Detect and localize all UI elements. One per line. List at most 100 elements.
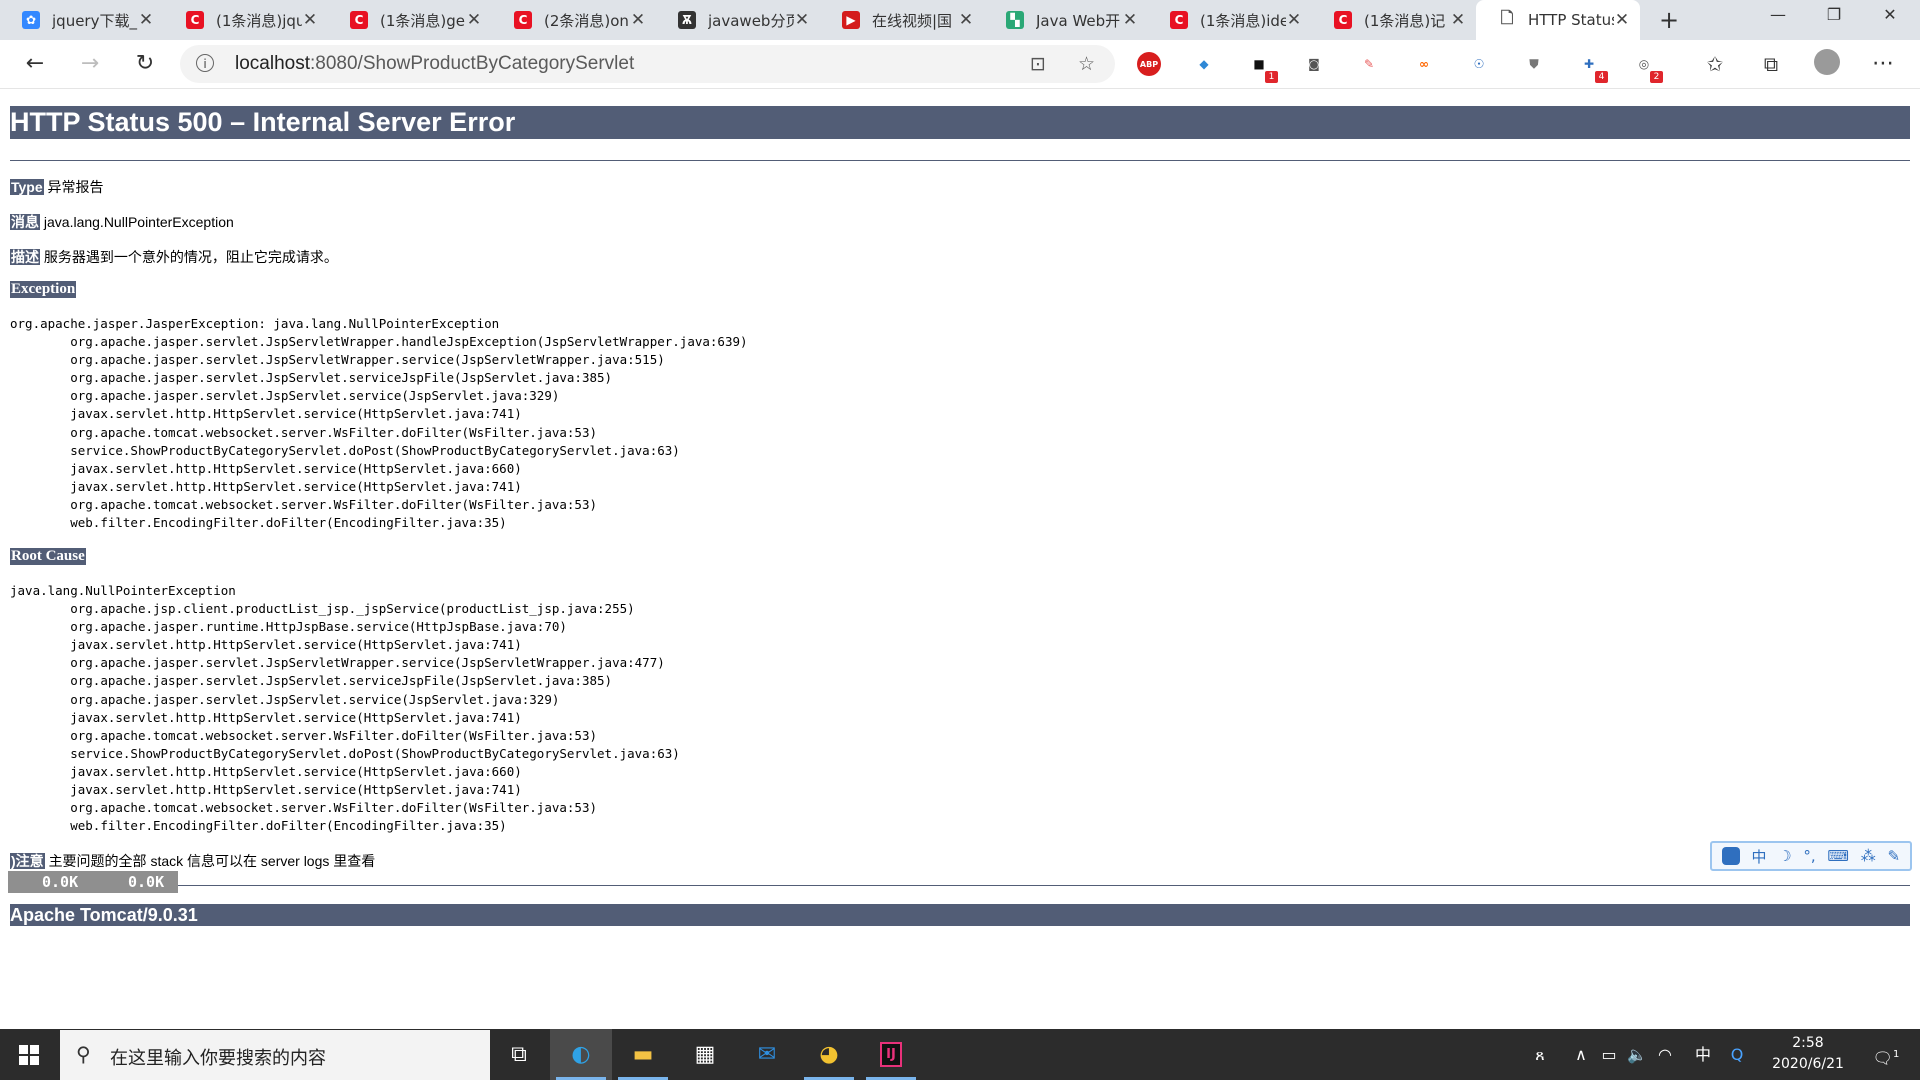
address-bar[interactable]: i localhost:8080/ShowProductByCategorySe… [180,45,1115,83]
browser-tab[interactable]: 🗋 HTTP Status ✕ [1476,0,1640,40]
search-placeholder: 在这里输入你要搜索的内容 [110,1048,326,1069]
tab-close-icon[interactable]: ✕ [630,10,646,30]
infinity-icon[interactable]: ∞ [1412,52,1436,76]
url-text[interactable]: localhost:8080/ShowProductByCategoryServ… [235,53,634,75]
csdn-favicon-icon: C [350,11,368,29]
shield-icon[interactable]: ⛊ [1522,52,1546,76]
battery-icon[interactable]: ▭ [1596,1029,1622,1080]
ime-punctuation-icon[interactable]: °, [1803,847,1815,865]
owl-icon[interactable]: ☉ [1467,52,1491,76]
root-cause-trace: java.lang.NullPointerException org.apach… [10,583,680,834]
tab-close-icon[interactable]: ✕ [1286,10,1302,30]
ime-toolbar[interactable]: 中 ☽ °, ⌨ ⁂ ✎ [1710,841,1912,871]
infinity-glyph: ∞ [1419,57,1429,71]
tab-close-icon[interactable]: ✕ [466,10,482,30]
browser-tab[interactable]: C (1条消息)记 ✕ [1312,0,1476,40]
back-arrow-icon[interactable]: ← [20,49,50,79]
ime-moon-icon[interactable]: ☽ [1778,847,1791,865]
pen-icon[interactable]: ✎ [1357,52,1381,76]
ime-keyboard-icon[interactable]: ⌨ [1827,847,1849,865]
shield-heart-icon[interactable]: ◆ [1192,52,1216,76]
start-button[interactable] [0,1029,58,1080]
sogou-logo-icon[interactable] [1721,847,1740,865]
input-language-indicator[interactable]: 中 [1690,1029,1716,1080]
tab-close-icon[interactable]: ✕ [1122,10,1138,30]
net-speed-widget: 0.0K 0.0K [8,871,178,893]
url-host: localhost [235,53,310,74]
minimize-button[interactable]: — [1754,0,1802,32]
ime-wrench-icon[interactable]: ✎ [1887,847,1900,865]
forward-arrow-icon[interactable]: → [75,49,105,79]
show-hidden-icons[interactable]: ∧ [1568,1029,1594,1080]
volume-icon[interactable]: 🔈 [1624,1029,1650,1080]
divider [10,160,1910,161]
description-value: 服务器遇到一个意外的情况，阻止它完成请求。 [43,249,338,265]
tab-close-icon[interactable]: ✕ [302,10,318,30]
profile-avatar[interactable] [1812,49,1842,79]
notification-center-icon[interactable]: 🗨1 [1866,1029,1906,1080]
favorite-star-icon[interactable]: ☆ [1078,53,1095,75]
taskbar-search[interactable]: ⚲ 在这里输入你要搜索的内容 [60,1030,490,1080]
browser-tab[interactable]: C (1条消息)jqu ✕ [164,0,328,40]
message-value: java.lang.NullPointerException [43,214,234,230]
video-favicon-icon: ▶ [842,11,860,29]
tab-close-icon[interactable]: ✕ [794,10,810,30]
chat-glyph: ◕ [819,1042,839,1067]
new-tab-button[interactable]: + [1655,6,1683,34]
book-favicon-icon: ▚ [1006,11,1024,29]
puzzle-glyph: ✚ [1583,57,1595,71]
network-icon[interactable]: ◠ [1652,1029,1678,1080]
favorites-icon[interactable]: ✩ [1700,49,1730,79]
browser-tab[interactable]: C (2条消息)on ✕ [492,0,656,40]
url-path: :8080/ShowProductByCategoryServlet [310,53,635,74]
type-label: Type [10,179,44,195]
tab-strip: + — ❐ ✕ ✿ jquery下载_ ✕ C (1条消息)jqu ✕ C (1条消息)ge ✕… [0,0,1920,40]
clock[interactable]: 2:58 2020/6/21 [1760,1033,1856,1075]
globe-glyph: ◎ [1638,57,1650,71]
tab-close-icon[interactable]: ✕ [1614,10,1630,30]
browser-tab[interactable]: Ѫjavaweb分页 ✕ [656,0,820,40]
site-info-icon[interactable]: i [196,54,214,72]
note-label: )注意 [10,853,45,869]
file-explorer-icon[interactable]: ▬ [612,1029,674,1080]
browser-tab[interactable]: ▚ Java Web开 ✕ [984,0,1148,40]
browser-tab[interactable]: ✿ jquery下载_ ✕ [0,0,164,40]
search-icon: ⚲ [76,1042,91,1066]
close-window-button[interactable]: ✕ [1866,0,1914,32]
puzzle-icon[interactable]: ✚ 4 [1577,52,1608,83]
camera-icon[interactable]: ◙ [1302,52,1326,76]
ime-chinese-mode[interactable]: 中 [1752,846,1767,867]
extension-badge: 1 [1265,71,1278,83]
notes-icon[interactable]: ■ 1 [1247,52,1278,83]
read-aloud-icon[interactable]: ⊡ [1030,53,1046,75]
exception-trace: org.apache.jasper.JasperException: java.… [10,316,748,531]
error-title: HTTP Status 500 – Internal Server Error [10,106,1910,139]
mail-icon[interactable]: ✉ [736,1029,798,1080]
adblock-plus-icon[interactable]: ABP [1137,52,1161,76]
task-view-glyph: ⧉ [511,1042,527,1067]
pen-glyph: ✎ [1363,57,1375,71]
store-icon[interactable]: ▦ [674,1029,736,1080]
sogou-tray-icon[interactable]: Q [1724,1029,1750,1080]
collections-icon[interactable]: ⧉ [1756,49,1786,79]
tab-close-icon[interactable]: ✕ [1450,10,1466,30]
message-label: 消息 [10,214,40,230]
edge-glyph: ◐ [571,1042,591,1067]
more-menu-icon[interactable]: ⋯ [1868,49,1898,79]
ime-tools-icon[interactable]: ⁂ [1861,847,1876,865]
maximize-button[interactable]: ❐ [1810,0,1858,32]
browser-tab[interactable]: ▶ 在线视频|国 ✕ [820,0,984,40]
task-view-icon[interactable]: ⧉ [488,1029,550,1080]
refresh-icon[interactable]: ↻ [130,49,160,79]
intellij-icon[interactable]: IJ [860,1029,922,1080]
tab-close-icon[interactable]: ✕ [958,10,974,30]
chat-icon[interactable]: ◕ [798,1029,860,1080]
people-icon[interactable]: ጸ [1525,1029,1555,1080]
browser-tab[interactable]: C (1条消息)ide ✕ [1148,0,1312,40]
tab-label: (1条消息)记 [1364,11,1446,30]
browser-tab[interactable]: C (1条消息)ge ✕ [328,0,492,40]
edge-icon[interactable]: ◐ [550,1029,612,1080]
globe-icon[interactable]: ◎ 2 [1632,52,1663,83]
tab-close-icon[interactable]: ✕ [138,10,154,30]
clock-date: 2020/6/21 [1772,1056,1844,1072]
